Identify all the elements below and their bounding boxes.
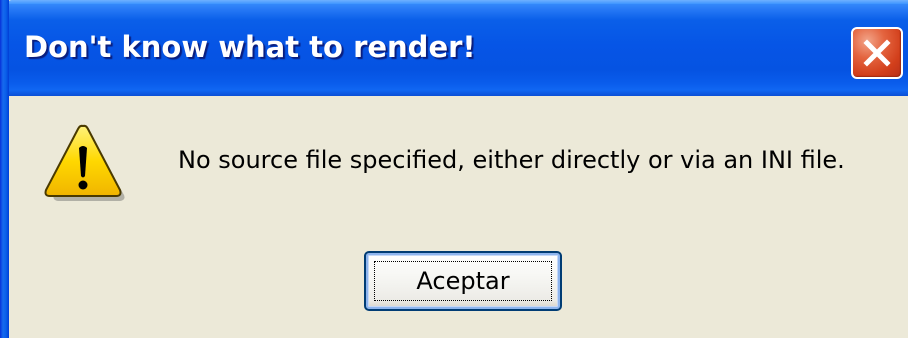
window-title: Don't know what to render! xyxy=(24,30,476,64)
window-frame-left xyxy=(0,0,9,338)
message-dialog: Don't know what to render! No source fil… xyxy=(0,0,908,338)
accept-button[interactable]: Aceptar xyxy=(364,251,562,311)
title-bar[interactable]: Don't know what to render! xyxy=(0,0,908,96)
dialog-message: No source file specified, either directl… xyxy=(178,146,845,174)
accept-button-label: Aceptar xyxy=(416,267,510,295)
title-bar-highlight xyxy=(8,0,908,4)
close-button[interactable] xyxy=(851,27,903,79)
close-icon xyxy=(863,39,891,67)
warning-icon xyxy=(44,124,125,201)
